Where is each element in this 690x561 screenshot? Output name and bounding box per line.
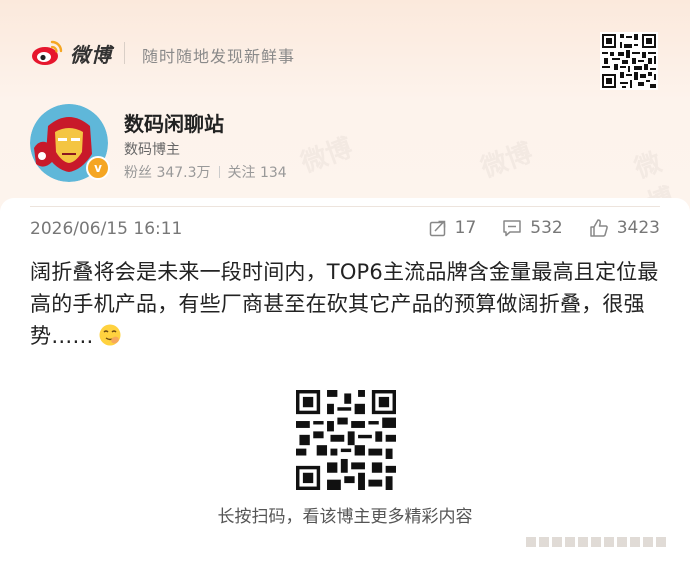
- author-stats: 粉丝 347.3万 关注 134: [124, 162, 287, 182]
- comment-icon: [503, 220, 522, 237]
- post-content: 阔折叠将会是未来一段时间内，TOP6主流品牌含金量最高且定位最高的手机产品，有些…: [30, 256, 660, 352]
- post-date: 2026/06/15 16:11: [30, 219, 183, 239]
- watermark: 微博: [477, 137, 537, 184]
- brand-name: 微博: [70, 42, 112, 67]
- watermark: 微博: [297, 132, 357, 179]
- like-count: 3423: [616, 218, 660, 238]
- post-actions: 17 532 3423: [429, 218, 660, 238]
- author-name[interactable]: 数码闲聊站: [124, 108, 224, 137]
- verified-badge: v: [86, 156, 110, 180]
- author-role: 数码博主: [124, 142, 180, 158]
- repost-button[interactable]: 17: [429, 218, 477, 238]
- post-text: 阔折叠将会是未来一段时间内，TOP6主流品牌含金量最高且定位最高的手机产品，有些…: [30, 260, 659, 348]
- weibo-logo[interactable]: 微博: [30, 38, 112, 68]
- header-divider: [124, 42, 125, 64]
- qr-code-icon[interactable]: [600, 32, 658, 90]
- qr-code-large-icon[interactable]: [296, 390, 396, 490]
- repost-count: 17: [454, 218, 477, 238]
- comment-button[interactable]: 532: [502, 218, 563, 238]
- weibo-logo-icon: [32, 40, 63, 65]
- qr-hint: 长按扫码，看该博主更多精彩内容: [217, 507, 473, 527]
- slogan: 随时随地发现新鲜事: [142, 47, 296, 66]
- card-divider: [30, 206, 660, 207]
- like-button[interactable]: 3423: [589, 218, 660, 238]
- emoji-icon: [99, 324, 121, 346]
- stats-divider: [218, 166, 220, 178]
- repost-icon: [429, 220, 445, 237]
- avatar[interactable]: v: [30, 104, 110, 182]
- footer-watermark: [526, 537, 666, 547]
- following-count: 关注 134: [227, 165, 287, 181]
- like-icon: [589, 219, 608, 237]
- fans-count: 粉丝 347.3万: [124, 165, 211, 181]
- comment-count: 532: [530, 218, 563, 238]
